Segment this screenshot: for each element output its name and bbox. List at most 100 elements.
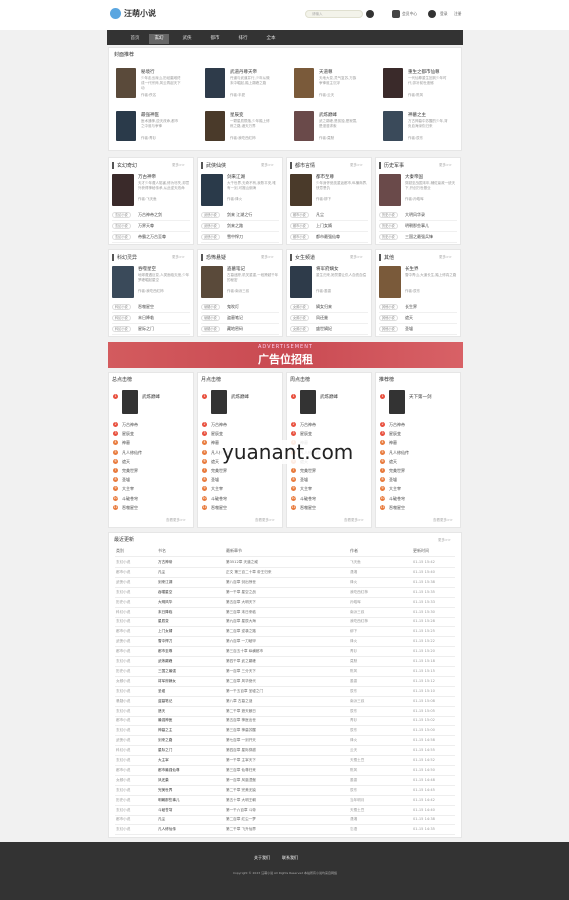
category-tag[interactable]: 武侠小说 — [201, 234, 220, 240]
table-cell[interactable]: 剑来之路 — [158, 738, 172, 743]
category-book-link[interactable]: 末日降临 — [138, 315, 154, 321]
table-cell[interactable]: 第3512章 天道之威 — [226, 560, 258, 565]
table-cell[interactable]: 第二百章 风华绝代 — [226, 679, 256, 684]
nav-wuxia[interactable]: 武侠 — [177, 34, 197, 44]
category-book-link[interactable]: 帝霸之万古至尊 — [138, 234, 166, 240]
table-cell[interactable]: 第六百章 一刀破甲 — [226, 639, 256, 644]
book-cover[interactable] — [379, 174, 401, 206]
table-cell[interactable]: 吞噬星空 — [158, 590, 172, 595]
table-cell[interactable]: 完美世界 — [158, 788, 172, 793]
ranking-item[interactable]: 星辰变 — [300, 431, 312, 436]
nav-fantasy[interactable]: 玄幻 — [149, 34, 169, 44]
table-cell[interactable]: 第二千章 飞升仙界 — [226, 827, 256, 832]
book-cover[interactable] — [116, 68, 136, 98]
category-tag[interactable]: 武侠小说 — [201, 223, 220, 229]
table-cell[interactable]: 都市至尊 — [158, 649, 172, 654]
category-title[interactable]: 女生频道 — [295, 254, 315, 261]
register-link[interactable]: 注册 — [454, 11, 462, 17]
table-cell[interactable]: 第九百章 星辰大海 — [226, 619, 256, 624]
book-cover[interactable] — [201, 174, 223, 206]
footer-link-about[interactable]: 关于我们 — [254, 855, 270, 861]
book-title[interactable]: 剑来江湖 — [227, 174, 245, 180]
book-cover[interactable] — [122, 390, 138, 414]
category-tag[interactable]: 女频小说 — [290, 315, 309, 321]
category-book-link[interactable]: 凡尘 — [316, 212, 324, 218]
category-tag[interactable]: 都市小说 — [290, 234, 309, 240]
table-cell[interactable]: 末日降临 — [158, 610, 172, 615]
table-cell[interactable]: 凡人修仙传 — [158, 827, 176, 832]
ranking-item[interactable]: 万古神帝 — [122, 422, 138, 427]
category-more[interactable]: 更多>> — [439, 255, 452, 260]
category-more[interactable]: 更多>> — [261, 163, 274, 168]
logo-text[interactable]: 汪萌小说 — [124, 8, 156, 19]
ranking-item[interactable]: 完美世界 — [300, 468, 316, 473]
ranking-item[interactable]: 星辰变 — [122, 431, 134, 436]
category-tag[interactable]: 科幻小说 — [112, 304, 131, 310]
category-book-link[interactable]: 上门女婿 — [316, 223, 332, 229]
category-more[interactable]: 更多>> — [172, 255, 185, 260]
category-book-link[interactable]: 万古神帝之剑 — [138, 212, 162, 218]
category-book-link[interactable]: 明朝那些事儿 — [405, 223, 429, 229]
table-cell[interactable]: 星辰变 — [158, 619, 169, 624]
table-cell[interactable]: 第一百章 三分天下 — [226, 669, 256, 674]
book-title[interactable]: 长生界 — [405, 266, 419, 272]
table-cell[interactable]: 最强神医 — [158, 718, 172, 723]
ad-banner[interactable]: ADVERTISEMENT 广告位招租 — [108, 342, 463, 368]
ranking-more[interactable]: 查看更多>> — [433, 518, 453, 523]
table-cell[interactable]: 第五十章 大明王朝 — [226, 798, 256, 803]
book-cover[interactable] — [294, 68, 314, 98]
book-cover[interactable] — [205, 68, 225, 98]
category-tag[interactable]: 其他小说 — [379, 326, 398, 332]
logo-icon[interactable] — [110, 8, 121, 19]
book-title[interactable]: 大秦帝国 — [405, 174, 423, 180]
table-cell[interactable]: 第五百章 大明天下 — [226, 600, 256, 605]
category-book-link[interactable]: 剑来 江湖之行 — [227, 212, 252, 218]
ranking-more[interactable]: 查看更多>> — [166, 518, 186, 523]
table-cell[interactable]: 将军府嫡女 — [158, 679, 176, 684]
ranking-item[interactable]: 凡人修仙传 — [389, 450, 409, 455]
category-book-link[interactable]: 长生界 — [405, 304, 417, 310]
table-cell[interactable]: 第二千章 遮天蔽日 — [226, 709, 256, 714]
ranking-item[interactable]: 圣墟 — [300, 477, 308, 482]
ranking-top-book[interactable]: 武炼巅峰 — [142, 394, 160, 400]
table-cell[interactable]: 星际之门 — [158, 748, 172, 753]
ranking-item[interactable]: 万古神帝 — [300, 422, 316, 427]
book-title[interactable]: 盗墓笔记 — [227, 266, 245, 272]
table-cell[interactable]: 明朝那些事儿 — [158, 798, 180, 803]
ranking-item[interactable]: 斗破苍穹 — [211, 496, 227, 501]
ranking-item[interactable]: 完美世界 — [122, 468, 138, 473]
table-cell[interactable]: 都市最强仙尊 — [158, 768, 180, 773]
table-cell[interactable]: 第一千章 星空之战 — [226, 590, 256, 595]
table-cell[interactable]: 第七百章 一剑开天 — [226, 738, 256, 743]
nav-city[interactable]: 都市 — [205, 34, 225, 44]
ranking-item[interactable]: 完美世界 — [211, 468, 227, 473]
table-cell[interactable]: 第二百章 逆袭之路 — [226, 629, 256, 634]
category-more[interactable]: 更多>> — [439, 163, 452, 168]
table-cell[interactable]: 上门女婿 — [158, 629, 172, 634]
table-cell[interactable]: 第一百章 凤凰涅槃 — [226, 778, 256, 783]
table-cell[interactable]: 正文 第三百二十章 帝王归来 — [226, 570, 271, 575]
ranking-item[interactable]: 遮天 — [389, 459, 397, 464]
ranking-item[interactable]: 万古神帝 — [211, 422, 227, 427]
book-cover[interactable] — [383, 111, 403, 141]
avatar-icon[interactable] — [428, 10, 436, 18]
category-tag[interactable]: 其他小说 — [379, 304, 398, 310]
table-cell[interactable]: 第一千六百章 斗帝 — [226, 808, 256, 813]
table-cell[interactable]: 圣墟 — [158, 689, 165, 694]
book-cover[interactable] — [201, 266, 223, 298]
category-tag[interactable]: 悬疑小说 — [201, 315, 220, 321]
ranking-item[interactable]: 圣墟 — [389, 477, 397, 482]
ranking-item[interactable]: 大主宰 — [300, 486, 312, 491]
updates-more[interactable]: 更多>> — [438, 538, 451, 543]
user-icon[interactable] — [392, 10, 400, 18]
category-tag[interactable]: 女频小说 — [290, 304, 309, 310]
table-cell[interactable]: 凡尘 — [158, 570, 165, 575]
ranking-item[interactable]: 大主宰 — [122, 486, 134, 491]
table-cell[interactable]: 神墓之主 — [158, 728, 172, 733]
category-tag[interactable]: 武侠小说 — [201, 212, 220, 218]
category-book-link[interactable]: 吞噬星空 — [138, 304, 154, 310]
ranking-more[interactable]: 查看更多>> — [255, 518, 275, 523]
table-cell[interactable]: 第五百章 神医出世 — [226, 718, 256, 723]
ranking-item[interactable]: 吞噬星空 — [300, 505, 316, 510]
book-cover[interactable] — [112, 174, 134, 206]
